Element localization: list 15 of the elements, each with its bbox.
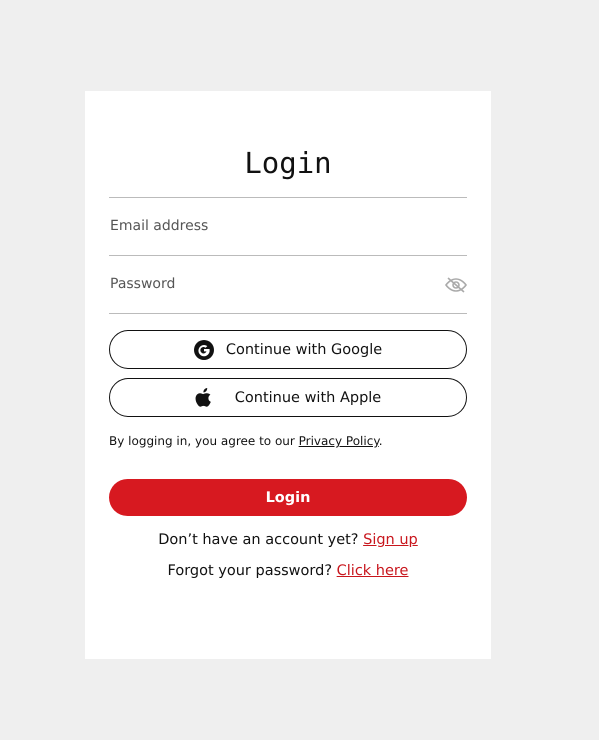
privacy-policy-link[interactable]: Privacy Policy [298,434,379,448]
consent-text: By logging in, you agree to our Privacy Policy. [109,434,384,448]
eye-slash-icon[interactable] [445,276,467,292]
forgot-password-prompt: Forgot your password? Click here [166,563,410,579]
email-field[interactable]: Email address [109,218,467,235]
apple-logo-icon [194,388,213,408]
signup-prompt: Don’t have an account yet? Sign up [157,532,419,548]
reset-password-link[interactable]: Click here [336,563,408,579]
g-logo-icon [194,340,214,360]
apple-signin-button[interactable]: Continue with Apple [109,378,467,417]
login-title: Login [109,143,467,198]
login-button[interactable]: Login [109,479,467,516]
signup-link[interactable]: Sign up [363,532,418,548]
google-signin-button[interactable]: Continue with Google [109,330,467,369]
password-field[interactable]: Password [109,276,445,293]
